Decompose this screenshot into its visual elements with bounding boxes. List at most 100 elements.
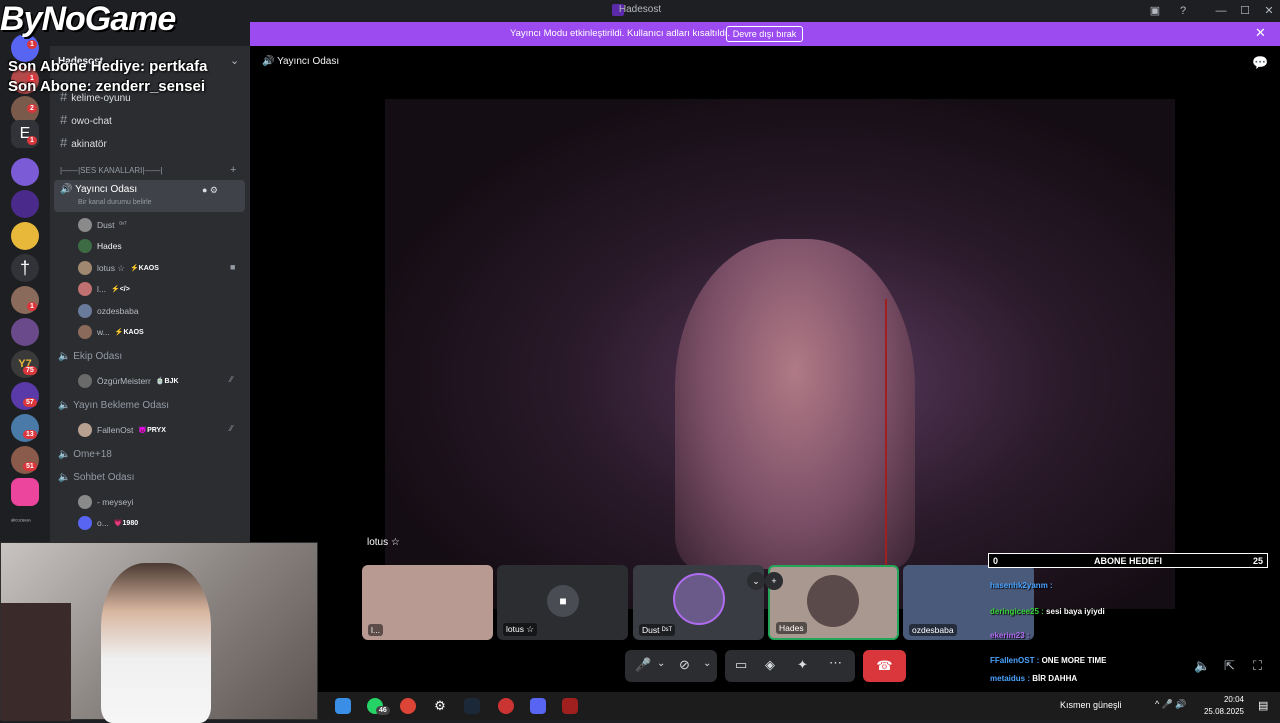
main-stream-video[interactable] [385, 99, 1175, 609]
clock-time[interactable]: 20:04 [1204, 695, 1244, 704]
speaker-icon: 🔈 [58, 472, 71, 483]
notification-badge: 1 [27, 302, 37, 311]
avatar [78, 282, 92, 296]
voice-channel[interactable]: 🔈 Ome+18 [58, 449, 112, 460]
camera-off-icon[interactable]: ⊘ [679, 657, 690, 673]
voice-channel[interactable]: 🔈 Ekip Odası [58, 351, 122, 362]
participant-tile[interactable]: Dust ᴰˢᵀ [633, 565, 764, 640]
taskbar: 46 ⚙ Kısmen güneşli ^ 🎤 🔊 20:04 25.08.20… [318, 692, 1280, 720]
voice-channel[interactable]: 🔈 Yayın Bekleme Odası [58, 400, 169, 411]
server-icon[interactable] [11, 190, 39, 218]
fullscreen-icon[interactable]: ⛶ [1253, 658, 1262, 674]
window-title: Hadesost [618, 4, 662, 15]
voice-category[interactable]: |——|SES KANALLARI|——| [60, 166, 163, 175]
steam-icon[interactable] [464, 698, 480, 714]
gamepad-icon[interactable]: ◈ [765, 657, 775, 673]
notification-badge: 1 [27, 40, 37, 49]
channel-actions-icon[interactable]: ● ⚙ [202, 185, 218, 196]
participant-tile[interactable]: l... [362, 565, 493, 640]
voice-user[interactable]: o... 💗1980 [78, 516, 138, 530]
server-icon[interactable] [11, 318, 39, 346]
active-voice-channel[interactable]: 🔊 Yayıncı Odası Bir kanal durumu belirle… [54, 180, 245, 212]
streamer-mode-banner: Yayıncı Modu etkinleştirildi. Kullanıcı … [250, 22, 1280, 46]
hash-icon: # [60, 135, 68, 150]
text-channel[interactable]: # akinatör [60, 135, 107, 150]
server-icon[interactable] [11, 158, 39, 186]
speaker-icon: 🔈 [58, 449, 71, 460]
chrome-icon[interactable] [400, 698, 416, 714]
voice-user[interactable]: - meyseyi [78, 495, 133, 509]
chat-message: deringicee25 : sesi baya iyiydi [990, 607, 1105, 616]
defender-icon[interactable] [335, 698, 351, 714]
speaker-icon: 🔊 [262, 56, 275, 67]
popout-icon[interactable]: ⇱ [1224, 658, 1235, 674]
disable-streamer-mode-button[interactable]: Devre dışı bırak [726, 26, 803, 42]
banner-text: Yayıncı Modu etkinleştirildi. Kullanıcı … [510, 28, 731, 39]
avatar [807, 575, 859, 627]
clock-date[interactable]: 25.08.2025 [1192, 707, 1244, 716]
title-bar: Hadesost ▣ ? — ☐ ✕ [0, 0, 1280, 22]
server-icon[interactable] [11, 222, 39, 250]
add-channel-icon[interactable]: + [230, 164, 236, 176]
muted-icon: ⁄⁄ [230, 375, 233, 384]
help-icon[interactable]: ? [1173, 2, 1193, 20]
voice-user[interactable]: FallenOst 😈PRYX [78, 423, 166, 437]
notification-badge: 1 [27, 136, 37, 145]
voice-user[interactable]: ozdesbaba [78, 304, 139, 318]
stream-label: lotus ☆ [367, 537, 400, 548]
avatar [673, 573, 725, 625]
more-options-icon[interactable]: ⋯ [829, 655, 842, 671]
settings-icon[interactable]: ⚙ [432, 698, 448, 714]
stream-area: 🔊 Yayıncı Odası 💬 lotus ☆ l... ■ lotus ☆… [250, 46, 1280, 720]
collapse-chevron-icon[interactable]: ⌄ [747, 572, 765, 590]
webcam-overlay [0, 542, 318, 723]
voice-user[interactable]: ÖzgürMeisterr 🍵BJK [78, 374, 179, 388]
volume-icon[interactable]: 🔈 [1194, 658, 1210, 674]
screen-share-icon[interactable]: ▭ [735, 657, 747, 673]
hang-up-button[interactable]: ☎ [863, 650, 906, 682]
close-icon[interactable]: ✕ [1255, 25, 1266, 41]
audio-video-controls: 🎤 ⌄ ⊘ ⌄ [625, 650, 717, 682]
close-window-button[interactable]: ✕ [1259, 2, 1279, 20]
channel-sidebar: Hadesost ⌄ # kelime-oyunu # owo-chat # akin… [50, 46, 250, 542]
add-user-icon[interactable]: + [765, 572, 783, 590]
voice-user[interactable]: w... ⚡KAOS [78, 325, 144, 339]
participant-tile[interactable]: Hades [768, 565, 899, 640]
chevron-down-icon[interactable]: ⌄ [703, 658, 711, 669]
muted-icon: ⁄⁄ [230, 424, 233, 433]
avatar [78, 261, 92, 275]
server-icon[interactable]: † [11, 254, 39, 282]
camera-icon: ■ [230, 262, 236, 272]
inbox-icon[interactable]: ▣ [1145, 2, 1165, 20]
voice-user[interactable]: Hades [78, 239, 122, 253]
activity-controls: ▭ ◈ ✦ ⋯ [725, 650, 855, 682]
participant-tile[interactable]: ozdesbaba [903, 565, 1034, 640]
notification-icon[interactable]: ▤ [1258, 699, 1268, 712]
avatar [78, 423, 92, 437]
chat-message: hasenhk2yanm : [990, 581, 1053, 590]
maximize-button[interactable]: ☐ [1235, 2, 1255, 20]
sub-goal-bar: 0 ABONE HEDEFI 25 [988, 553, 1268, 568]
voice-user[interactable]: lotus ☆ ⚡KAOS [78, 261, 159, 275]
text-channel[interactable]: # owo-chat [60, 112, 112, 127]
obs-icon[interactable] [498, 698, 514, 714]
chevron-down-icon[interactable]: ⌄ [657, 658, 665, 669]
tray-icons[interactable]: ^ 🎤 🔊 [1155, 699, 1187, 710]
chat-icon[interactable]: 💬 [1252, 55, 1268, 71]
microphone-icon[interactable]: 🎤 [635, 657, 651, 673]
soundboard-icon[interactable]: ✦ [797, 657, 808, 673]
last-sub-text: Son Abone: zenderr_sensei [8, 78, 205, 95]
weather-text[interactable]: Kısmen güneşli [1060, 700, 1122, 710]
voice-channel[interactable]: 🔈 Sohbet Odası [58, 472, 134, 483]
minimize-button[interactable]: — [1211, 2, 1231, 20]
app-icon[interactable] [562, 698, 578, 714]
server-label: ᵃᵏᶜᵒᶻᵃⁿᵃⁿ [11, 519, 31, 525]
chevron-down-icon[interactable]: ⌄ [230, 54, 239, 67]
channel-status[interactable]: Bir kanal durumu belirle [78, 199, 152, 206]
app-icon[interactable] [530, 698, 546, 714]
avatar [78, 374, 92, 388]
voice-user[interactable]: Dust ᴰˢᵀ [78, 218, 127, 232]
voice-user[interactable]: l... ⚡</> [78, 282, 130, 296]
participant-tile[interactable]: ■ lotus ☆ [497, 565, 628, 640]
server-icon[interactable] [11, 478, 39, 506]
